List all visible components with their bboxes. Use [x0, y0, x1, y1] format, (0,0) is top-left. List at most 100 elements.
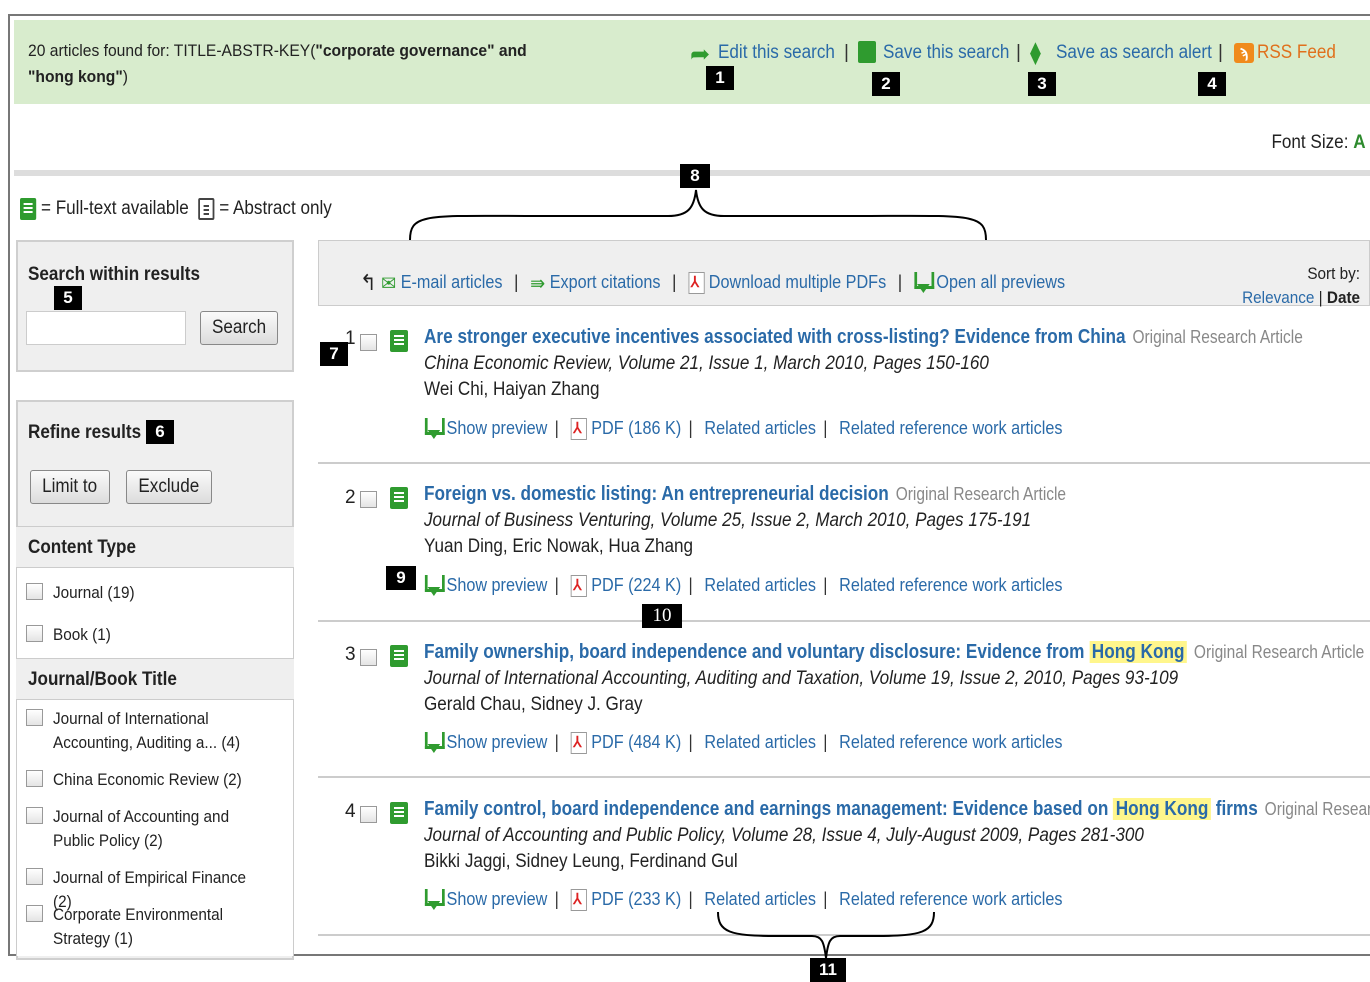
annotation-brace-toolbar: [409, 189, 987, 241]
show-preview-link[interactable]: Show preview: [447, 418, 548, 438]
result-checkbox[interactable]: [360, 649, 377, 666]
show-preview-link[interactable]: Show preview: [447, 575, 548, 595]
search-within-title: Search within results: [28, 264, 201, 285]
annotation-badge-3: 3: [1028, 72, 1056, 96]
result-source: China Economic Review, Volume 21, Issue …: [424, 353, 989, 374]
result-source: Journal of Business Venturing, Volume 25…: [424, 510, 1032, 531]
result-checkbox[interactable]: [360, 491, 377, 508]
search-term-highlight: Hong Kong: [1089, 641, 1188, 663]
results-actions: ↰ ✉ E-mail articles | ⇛ Export citations…: [360, 270, 1065, 296]
result-title[interactable]: Family ownership, board independence and…: [424, 641, 1364, 664]
result-checkbox[interactable]: [360, 334, 377, 351]
result-authors: Wei Chi, Haiyan Zhang: [424, 379, 600, 400]
result-source: Journal of International Accounting, Aud…: [424, 668, 1179, 689]
pdf-link[interactable]: PDF (233 K): [591, 889, 681, 909]
rss-icon[interactable]: ϡ: [1234, 43, 1254, 63]
pdf-icon[interactable]: [570, 732, 587, 755]
select-all-arrow-icon[interactable]: ↰: [360, 270, 377, 296]
annotation-badge-2: 2: [872, 72, 900, 96]
sort-by-label: Sort by:: [1307, 264, 1360, 283]
annotation-badge-9: 9: [386, 566, 416, 590]
preview-icon[interactable]: [914, 272, 935, 294]
edit-search-icon[interactable]: ➦: [690, 40, 710, 69]
related-articles-link[interactable]: Related articles: [704, 732, 816, 752]
checkbox[interactable]: [26, 625, 43, 642]
article-type: Original Research Article: [1132, 327, 1303, 347]
search-term-highlight: Hong Kong: [1113, 798, 1211, 820]
result-checkbox[interactable]: [360, 806, 377, 823]
related-articles-link[interactable]: Related articles: [704, 418, 816, 438]
result-number: 3: [345, 644, 356, 665]
show-preview-link[interactable]: Show preview: [447, 732, 548, 752]
save-search-alert-link[interactable]: Save as search alert: [1056, 42, 1212, 64]
annotation-badge-6: 6: [146, 420, 174, 444]
exclude-button[interactable]: Exclude: [126, 470, 212, 504]
email-articles-link[interactable]: E-mail articles: [401, 272, 503, 292]
content-type-heading: Content Type: [16, 526, 294, 568]
preview-icon[interactable]: [424, 575, 445, 597]
annotation-badge-1: 1: [706, 66, 734, 90]
result-actions: Show preview| PDF (484 K)| Related artic…: [424, 732, 1062, 755]
preview-icon[interactable]: [424, 889, 445, 911]
preview-icon[interactable]: [424, 732, 445, 754]
fulltext-icon: [390, 330, 408, 352]
journal-title-heading: Journal/Book Title: [16, 658, 294, 700]
annotation-badge-8: 8: [680, 164, 710, 188]
related-reference-link[interactable]: Related reference work articles: [839, 575, 1062, 595]
email-icon[interactable]: ✉: [381, 271, 396, 296]
result-authors: Bikki Jaggi, Sidney Leung, Ferdinand Gul: [424, 851, 738, 872]
annotation-badge-7: 7: [320, 342, 348, 366]
refine-results-title: Refine results: [28, 422, 142, 443]
download-pdfs-link[interactable]: Download multiple PDFs: [709, 272, 886, 292]
abstract-icon: [198, 198, 215, 220]
rss-feed-link[interactable]: RSS Feed: [1257, 42, 1336, 64]
save-search-link[interactable]: Save this search: [883, 42, 1009, 64]
sort-relevance-link[interactable]: Relevance: [1242, 288, 1314, 307]
search-query-summary: 20 articles found for: TITLE-ABSTR-KEY("…: [28, 41, 527, 86]
result-actions: Show preview| PDF (186 K)| Related artic…: [424, 418, 1062, 441]
font-size-control[interactable]: Font Size: A: [1272, 132, 1366, 154]
result-actions: Show preview| PDF (224 K)| Related artic…: [424, 575, 1062, 598]
pdf-link[interactable]: PDF (484 K): [591, 732, 681, 752]
article-type: Original Research Article: [1264, 799, 1370, 819]
search-within-input[interactable]: [26, 311, 186, 345]
checkbox[interactable]: [26, 770, 43, 787]
related-reference-link[interactable]: Related reference work articles: [839, 732, 1062, 752]
checkbox[interactable]: [26, 709, 43, 726]
checkbox[interactable]: [26, 868, 43, 885]
pdf-icon[interactable]: [570, 575, 587, 598]
save-search-icon[interactable]: [858, 41, 876, 63]
fulltext-legend: = Full-text available = Abstract only: [20, 198, 332, 220]
checkbox[interactable]: [26, 807, 43, 824]
related-articles-link[interactable]: Related articles: [704, 575, 816, 595]
related-reference-link[interactable]: Related reference work articles: [839, 889, 1062, 909]
pdf-icon[interactable]: [570, 889, 587, 912]
edit-search-link[interactable]: Edit this search: [718, 42, 835, 64]
related-reference-link[interactable]: Related reference work articles: [839, 418, 1062, 438]
fulltext-icon: [390, 802, 408, 824]
search-alert-icon[interactable]: ⧫: [1030, 40, 1041, 66]
result-title[interactable]: Are stronger executive incentives associ…: [424, 326, 1303, 349]
fulltext-icon: [20, 198, 37, 220]
pdf-icon[interactable]: [688, 272, 705, 294]
article-type: Original Research Article: [895, 484, 1067, 504]
pdf-link[interactable]: PDF (224 K): [591, 575, 681, 595]
preview-icon[interactable]: [424, 418, 445, 440]
export-icon[interactable]: ⇛: [530, 271, 545, 296]
result-source: Journal of Accounting and Public Policy,…: [424, 825, 1144, 846]
sort-date-selected: Date: [1326, 288, 1360, 307]
result-authors: Gerald Chau, Sidney J. Gray: [424, 694, 643, 715]
limit-to-button[interactable]: Limit to: [30, 470, 110, 504]
pdf-link[interactable]: PDF (186 K): [591, 418, 681, 438]
annotation-badge-4: 4: [1198, 72, 1226, 96]
export-citations-link[interactable]: Export citations: [550, 272, 661, 292]
show-preview-link[interactable]: Show preview: [447, 889, 548, 909]
open-all-previews-link[interactable]: Open all previews: [936, 272, 1065, 292]
checkbox[interactable]: [26, 583, 43, 600]
pdf-icon[interactable]: [570, 418, 587, 441]
result-title[interactable]: Foreign vs. domestic listing: An entrepr…: [424, 483, 1066, 506]
result-title[interactable]: Family control, board independence and e…: [424, 798, 1370, 821]
search-within-button[interactable]: Search: [200, 311, 278, 345]
related-articles-link[interactable]: Related articles: [704, 889, 816, 909]
checkbox[interactable]: [26, 905, 43, 922]
